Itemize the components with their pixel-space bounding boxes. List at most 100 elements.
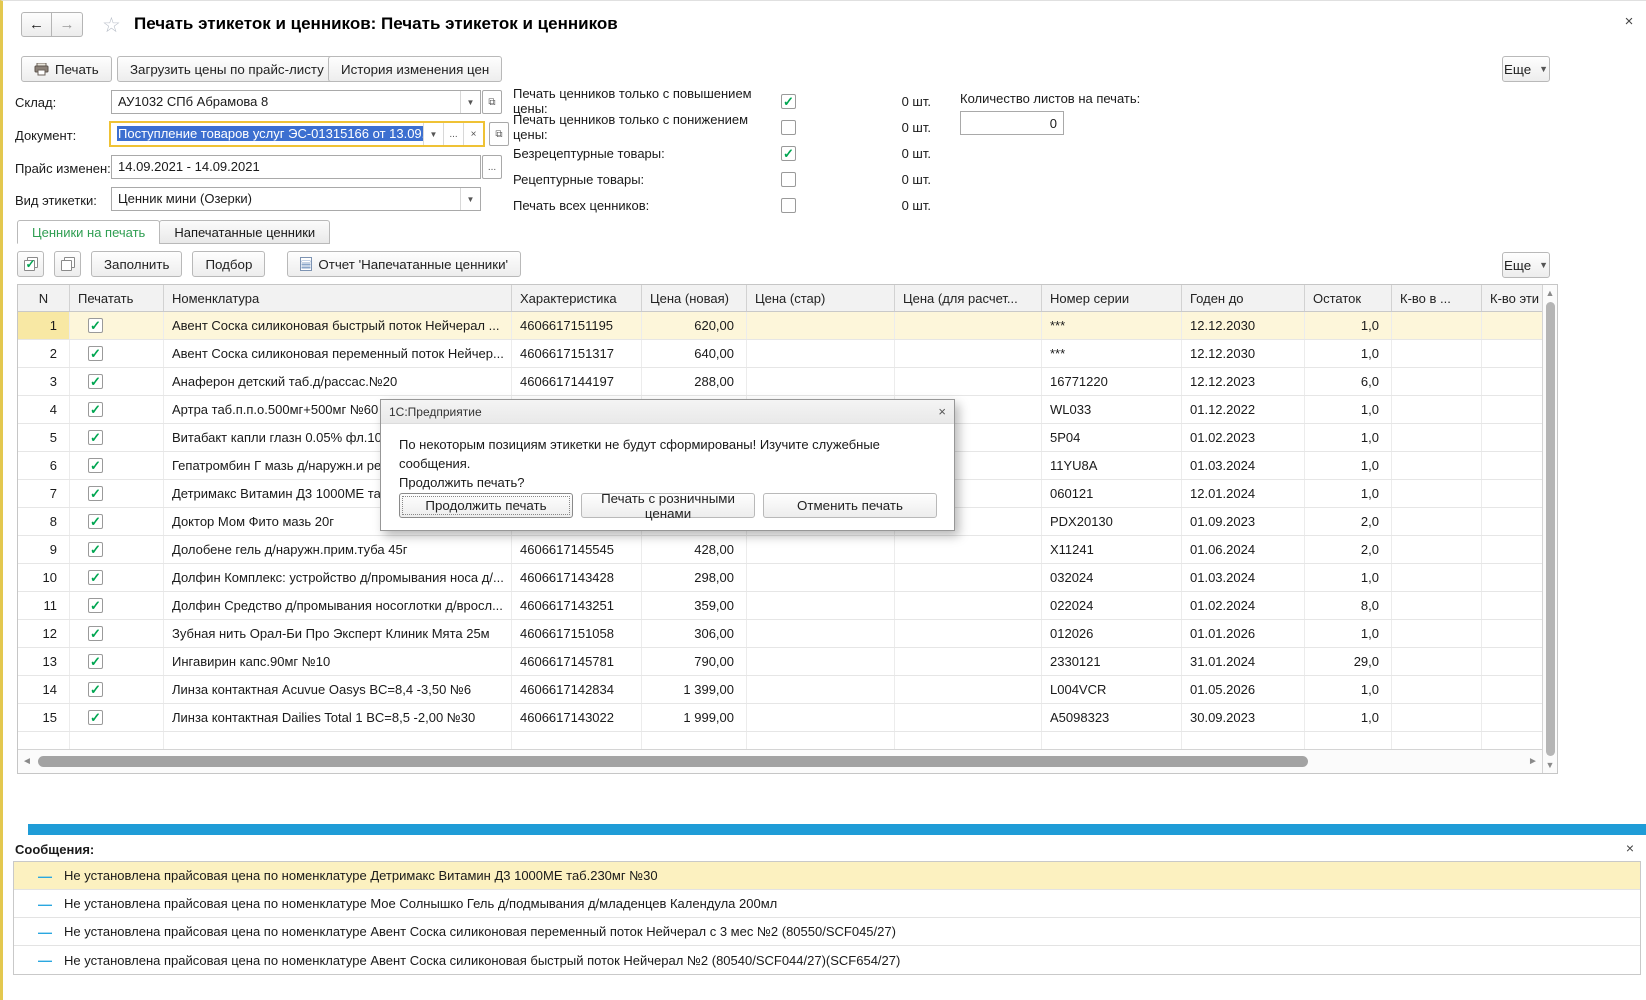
row-print-checkbox[interactable]: ✓ (88, 486, 103, 501)
row-print-checkbox[interactable]: ✓ (88, 374, 103, 389)
favorite-star-icon[interactable]: ☆ (102, 13, 121, 38)
price-changed-input[interactable]: 14.09.2021 - 14.09.2021 (111, 155, 481, 179)
filter-checkbox[interactable]: ✓ (781, 120, 796, 135)
row-print-checkbox[interactable]: ✓ (88, 346, 103, 361)
column-header[interactable]: К-во в ... (1392, 285, 1482, 311)
print-button[interactable]: Печать (21, 56, 112, 82)
message-item[interactable]: —Не установлена прайсовая цена по номенк… (14, 890, 1640, 918)
back-button[interactable]: ← (21, 12, 52, 37)
message-item[interactable]: —Не установлена прайсовая цена по номенк… (14, 862, 1640, 890)
column-header[interactable]: Номер серии (1042, 285, 1182, 311)
column-header[interactable]: Годен до (1182, 285, 1305, 311)
fill-button[interactable]: Заполнить (91, 251, 182, 277)
cancel-print-button[interactable]: Отменить печать (763, 493, 937, 518)
message-item[interactable]: —Не установлена прайсовая цена по номенк… (14, 918, 1640, 946)
table-row[interactable]: 15✓Линза контактная Dailies Total 1 BC=8… (18, 704, 1557, 732)
print-retail-prices-button[interactable]: Печать с розничными ценами (581, 493, 755, 518)
sheets-count-label: Количество листов на печать: (960, 91, 1140, 106)
chevron-down-icon: ▼ (1539, 64, 1548, 74)
row-print-checkbox[interactable]: ✓ (88, 626, 103, 641)
cell-price-new: 1 999,00 (642, 704, 747, 731)
forward-button[interactable]: → (52, 12, 83, 37)
more-label: Еще (1504, 62, 1531, 77)
row-print-checkbox[interactable]: ✓ (88, 598, 103, 613)
document-dropdown-icon[interactable]: ▼ (423, 123, 443, 145)
empty-cell (1482, 732, 1544, 750)
more-button-top[interactable]: Еще ▼ (1502, 56, 1550, 82)
column-header[interactable]: К-во эти (1482, 285, 1544, 311)
scroll-left-icon[interactable]: ◄ (18, 756, 36, 767)
row-print-checkbox[interactable]: ✓ (88, 430, 103, 445)
dialog-title: 1С:Предприятие (389, 405, 482, 419)
row-print-checkbox[interactable]: ✓ (88, 514, 103, 529)
row-print-checkbox[interactable]: ✓ (88, 654, 103, 669)
check-all-button[interactable]: ✓ (17, 251, 44, 277)
continue-print-button[interactable]: Продолжить печать (399, 493, 573, 518)
scroll-down-icon[interactable]: ▼ (1546, 757, 1555, 773)
table-row[interactable]: 1✓Авент Соска силиконовая быстрый поток … (18, 312, 1557, 340)
table-row[interactable]: 12✓Зубная нить Орал-Би Про Эксперт Клини… (18, 620, 1557, 648)
sklad-input[interactable]: АУ1032 СПб Абрамова 8 ▼ (111, 90, 481, 114)
dialog-close-icon[interactable]: × (938, 404, 946, 419)
messages-close-icon[interactable]: × (1626, 840, 1634, 856)
column-header[interactable]: N (18, 285, 70, 311)
vertical-scroll-thumb[interactable] (1546, 302, 1555, 756)
cell-nomenclature: Долобене гель д/наружн.прим.туба 45г (164, 536, 512, 563)
column-header[interactable]: Цена (новая) (642, 285, 747, 311)
filter-checkbox[interactable]: ✓ (781, 94, 796, 109)
row-print-checkbox[interactable]: ✓ (88, 570, 103, 585)
sheets-count-input[interactable]: 0 (960, 111, 1064, 135)
tab-printed-price-tags[interactable]: Напечатанные ценники (159, 220, 330, 244)
column-header[interactable]: Печатать (70, 285, 164, 311)
messages-splitter[interactable] (28, 824, 1646, 835)
label-kind-dropdown-icon[interactable]: ▼ (460, 188, 480, 210)
more-button-table[interactable]: Еще ▼ (1502, 252, 1550, 278)
column-header[interactable]: Характеристика (512, 285, 642, 311)
filter-checkbox[interactable]: ✓ (781, 146, 796, 161)
table-row[interactable]: 10✓Долфин Комплекс: устройство д/промыва… (18, 564, 1557, 592)
table-row[interactable]: 3✓Анаферон детский таб.д/рассас.№2046066… (18, 368, 1557, 396)
table-row[interactable]: 13✓Ингавирин капс.90мг №1046066171457817… (18, 648, 1557, 676)
sklad-dropdown-icon[interactable]: ▼ (460, 91, 480, 113)
horizontal-scroll-thumb[interactable] (38, 756, 1308, 767)
price-changed-ellipsis-button[interactable]: ... (482, 155, 502, 179)
cell-row-number: 1 (18, 312, 70, 339)
check-icon: ✓ (90, 571, 101, 584)
table-row[interactable]: 11✓Долфин Средство д/промывания носоглот… (18, 592, 1557, 620)
table-row[interactable]: 2✓Авент Соска силиконовая переменный пот… (18, 340, 1557, 368)
document-ellipsis-icon[interactable]: ... (443, 123, 463, 145)
table-row[interactable]: 14✓Линза контактная Acuvue Oasys BC=8,4 … (18, 676, 1557, 704)
document-clear-icon[interactable]: × (463, 123, 483, 145)
sklad-open-button[interactable]: ⧉ (482, 90, 502, 114)
column-header[interactable]: Остаток (1305, 285, 1392, 311)
scroll-up-icon[interactable]: ▲ (1546, 285, 1555, 301)
report-button[interactable]: Отчет 'Напечатанные ценники' (287, 251, 521, 277)
row-print-checkbox[interactable]: ✓ (88, 682, 103, 697)
column-header[interactable]: Номенклатура (164, 285, 512, 311)
tab-price-tags-to-print[interactable]: Ценники на печать (17, 220, 160, 244)
filter-checkbox[interactable]: ✓ (781, 172, 796, 187)
window-close-icon[interactable]: × (1620, 13, 1638, 30)
row-print-checkbox[interactable]: ✓ (88, 710, 103, 725)
row-print-checkbox[interactable]: ✓ (88, 402, 103, 417)
cell-qty-pack (1392, 676, 1482, 703)
row-print-checkbox[interactable]: ✓ (88, 458, 103, 473)
scroll-right-icon[interactable]: ► (1524, 756, 1542, 767)
column-header[interactable]: Цена (стар) (747, 285, 895, 311)
select-button[interactable]: Подбор (192, 251, 265, 277)
load-prices-button[interactable]: Загрузить цены по прайс-листу (117, 56, 337, 82)
cell-characteristic: 4606617142834 (512, 676, 642, 703)
row-print-checkbox[interactable]: ✓ (88, 542, 103, 557)
column-header[interactable]: Цена (для расчет... (895, 285, 1042, 311)
document-open-button[interactable]: ⧉ (489, 122, 509, 146)
row-print-checkbox[interactable]: ✓ (88, 318, 103, 333)
message-item[interactable]: —Не установлена прайсовая цена по номенк… (14, 946, 1640, 974)
filter-checkbox[interactable]: ✓ (781, 198, 796, 213)
horizontal-scrollbar[interactable]: ◄ ► (18, 749, 1542, 773)
document-input[interactable]: Поступление товаров услуг ЭС-01315166 от… (109, 121, 485, 147)
table-row[interactable]: 9✓Долобене гель д/наружн.прим.туба 45г46… (18, 536, 1557, 564)
label-kind-input[interactable]: Ценник мини (Озерки) ▼ (111, 187, 481, 211)
uncheck-all-button[interactable] (54, 251, 81, 277)
vertical-scrollbar[interactable]: ▲ ▼ (1542, 285, 1557, 773)
price-history-button[interactable]: История изменения цен (328, 56, 502, 82)
